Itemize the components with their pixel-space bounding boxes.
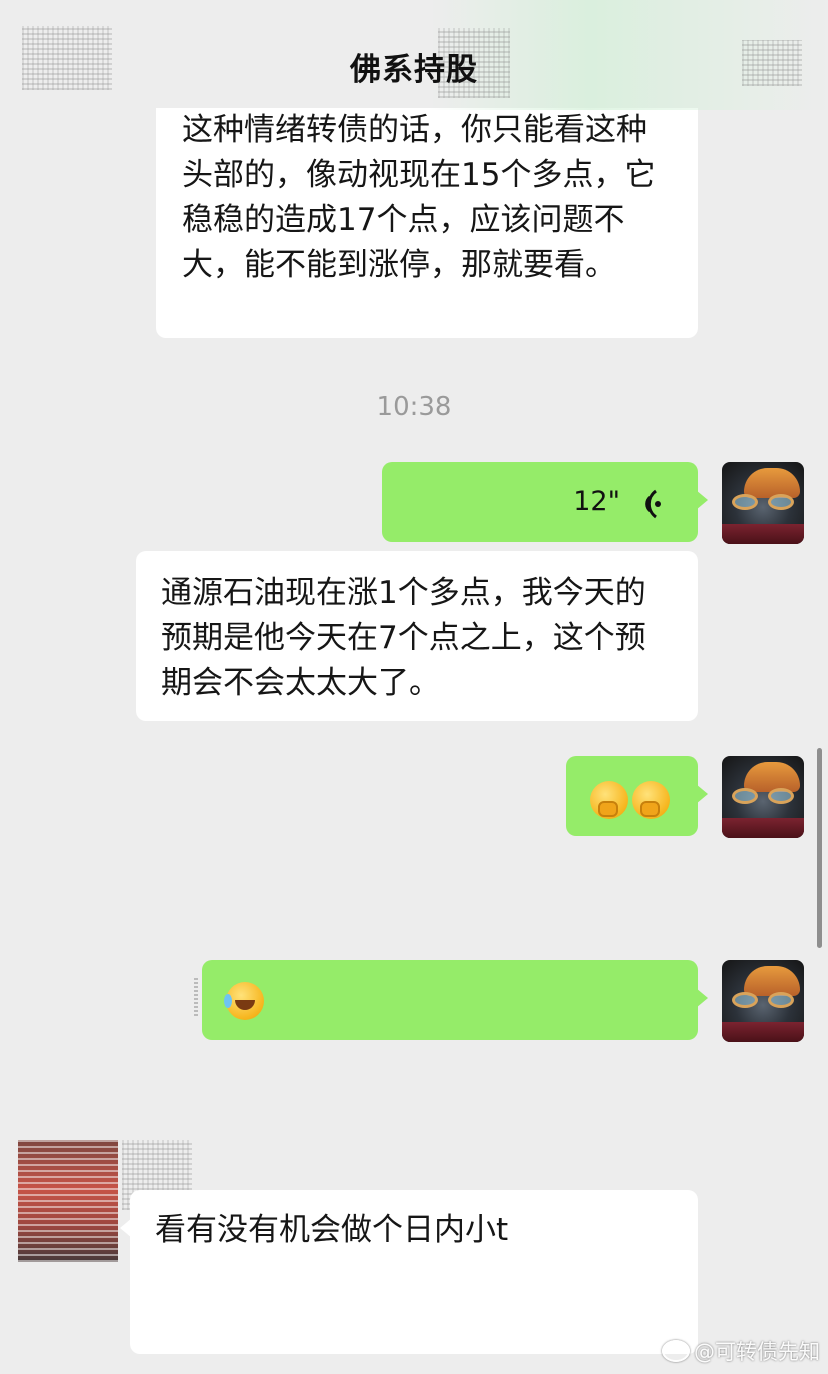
message-bubble-incoming[interactable]: 通源石油现在涨1个多点，我今天的预期是他今天在7个点之上，这个预期会不会太太大了… [136, 551, 698, 721]
message-bubble-outgoing[interactable] [202, 960, 708, 1040]
avatar-self[interactable] [722, 462, 804, 544]
message-bubble-incoming[interactable]: 这种情绪转债的话，你只能看这种头部的，像动视现在15个多点，它稳稳的造成17个点… [156, 90, 698, 338]
avatar-self[interactable] [722, 960, 804, 1042]
scrollbar[interactable] [817, 748, 822, 948]
message-text: 通源石油现在涨1个多点，我今天的预期是他今天在7个点之上，这个预期会不会太太大了… [161, 575, 646, 701]
laughing-tears-icon [224, 981, 264, 1020]
watermark: @可转债先知 [662, 1336, 820, 1366]
message-text: 这种情绪转债的话，你只能看这种头部的，像动视现在15个多点，它稳稳的造成17个点… [182, 112, 656, 283]
chat-header: 佛系持股 [0, 0, 828, 110]
message-bubble-incoming[interactable]: 看有没有机会做个日内小t [120, 1190, 698, 1354]
avatar-self[interactable] [722, 756, 804, 838]
voice-duration: 12" [573, 486, 620, 517]
obscured-edge [194, 976, 198, 1016]
message-timestamp: 10:38 [376, 392, 452, 422]
thinking-face-icon [590, 780, 628, 819]
chat-title: 佛系持股 [350, 52, 478, 88]
avatar-contact-obscured[interactable] [18, 1140, 118, 1262]
more-menu-obscured[interactable] [742, 40, 802, 86]
watermark-text: @可转债先知 [694, 1340, 820, 1364]
thinking-face-icon [632, 780, 670, 819]
voice-wave-icon [645, 489, 661, 519]
message-text: 看有没有机会做个日内小t [155, 1212, 509, 1248]
weibo-icon [662, 1340, 690, 1362]
voice-message-bubble[interactable]: 12" [382, 462, 708, 542]
emoji-message-bubble[interactable] [566, 756, 708, 836]
